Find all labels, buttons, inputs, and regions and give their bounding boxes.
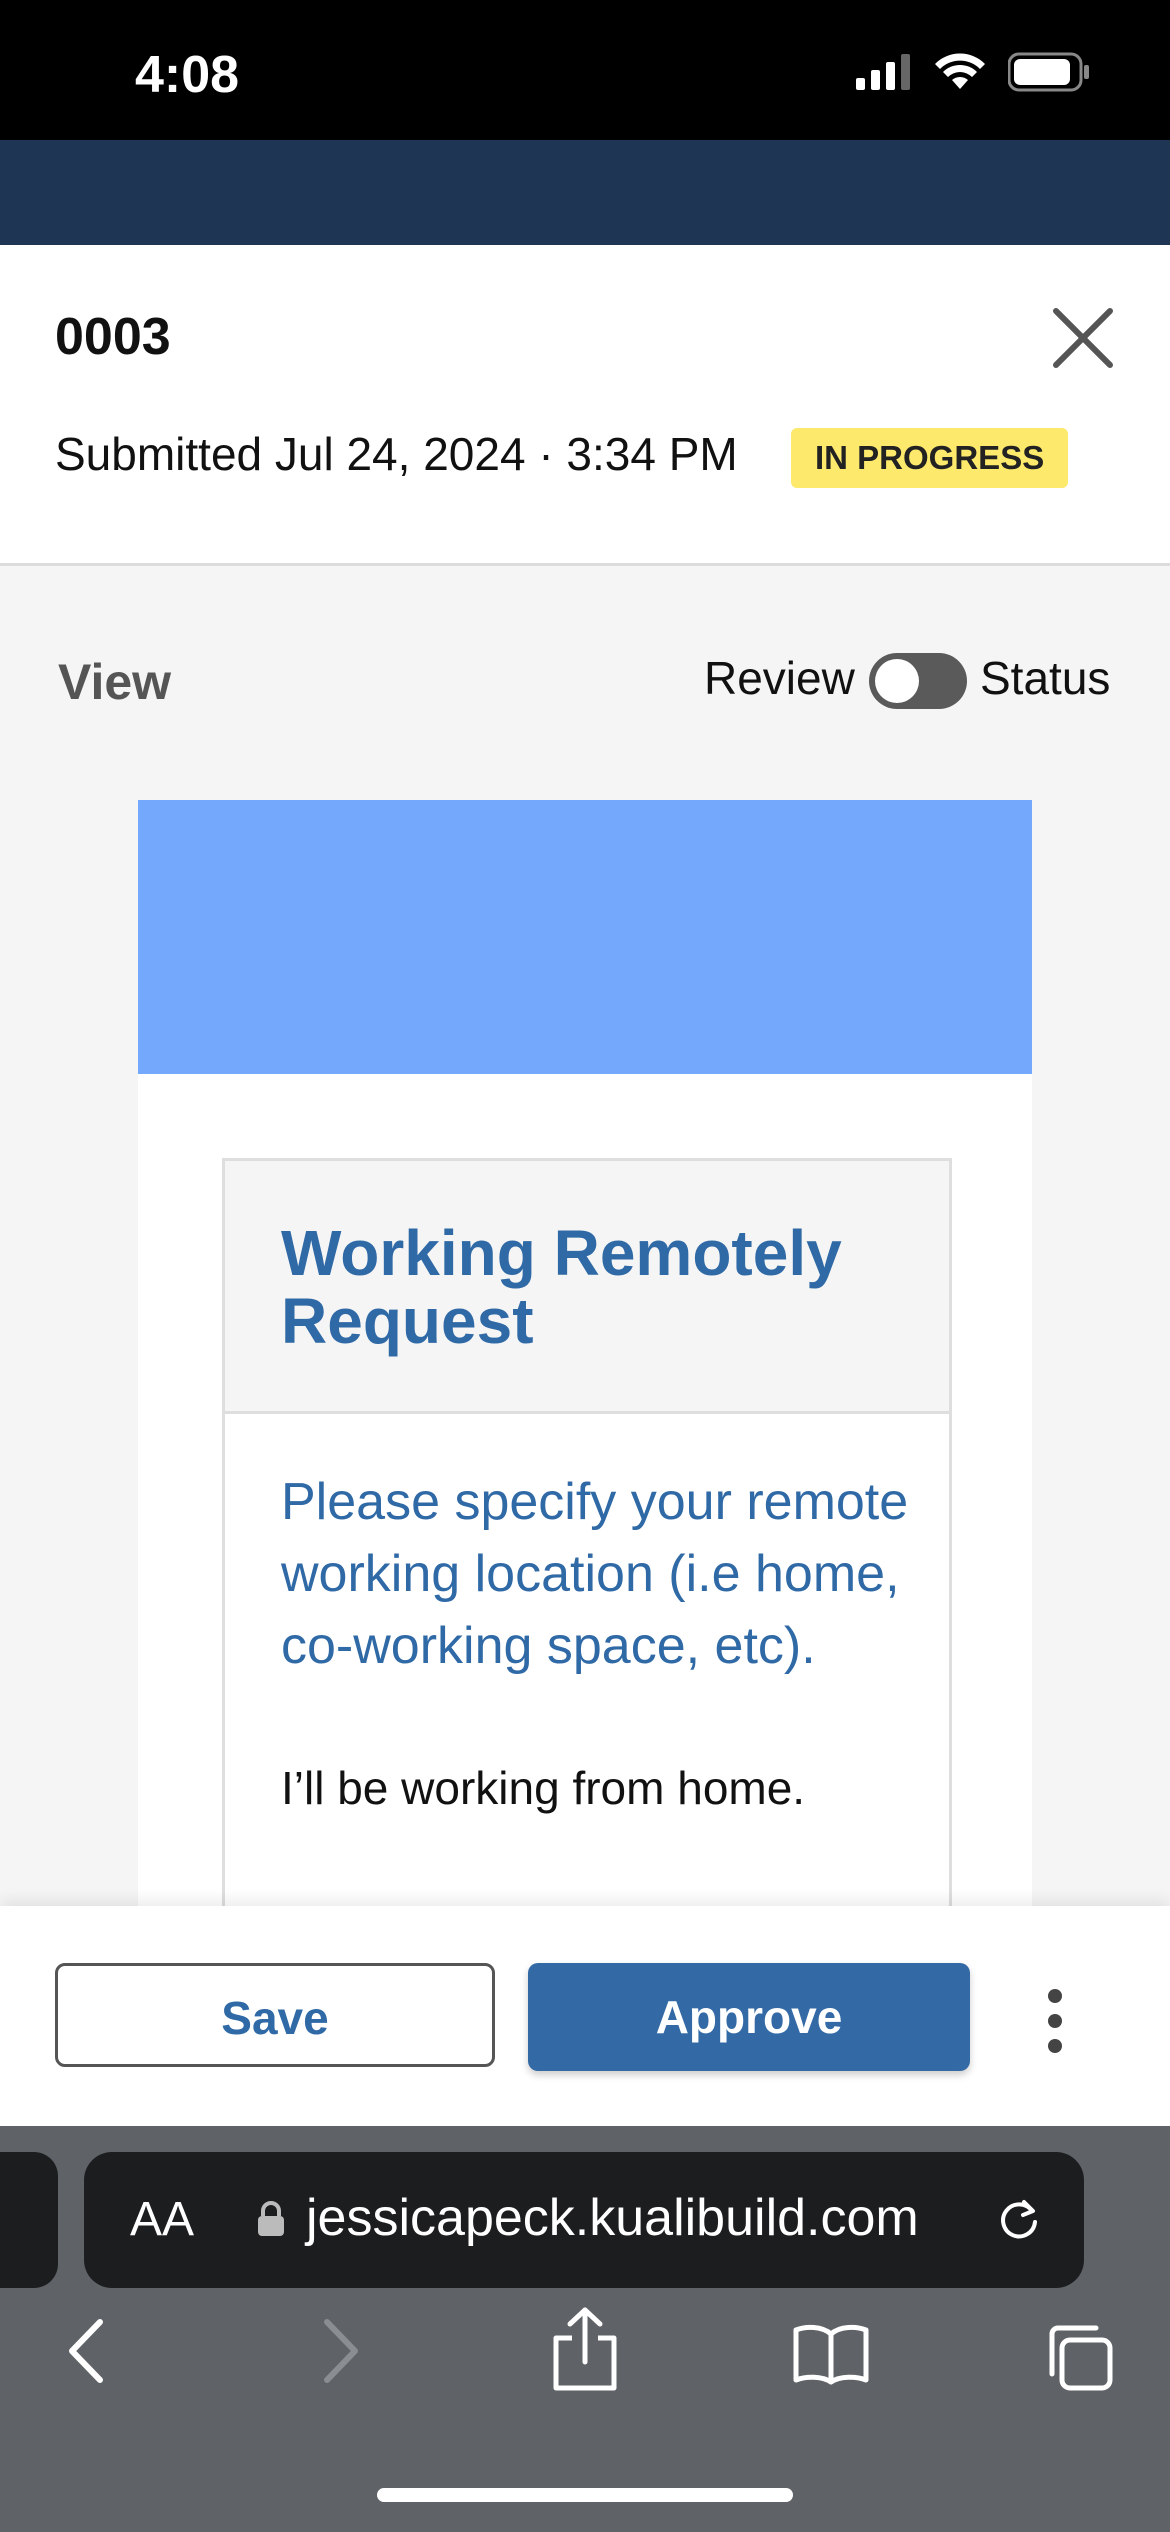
home-indicator: [377, 2488, 793, 2502]
action-bar: Save Approve: [0, 1906, 1170, 2126]
forward-icon[interactable]: [315, 2316, 365, 2386]
answer-value: I’ll be working from home.: [281, 1762, 806, 1814]
toggle-knob: [875, 659, 919, 703]
cellular-signal-icon: [856, 54, 910, 90]
toggle-review-label: Review: [704, 652, 855, 704]
battery-icon: [1008, 52, 1089, 92]
form-header-banner: [138, 800, 1032, 1074]
approve-button[interactable]: Approve: [528, 1963, 970, 2071]
status-badge: IN PROGRESS: [791, 428, 1069, 488]
bookmarks-icon[interactable]: [792, 2322, 870, 2386]
url-text: jessicapeck.kualibuild.com: [306, 2189, 919, 2247]
back-icon[interactable]: [62, 2316, 112, 2386]
sheet-header: 0003 Submitted Jul 24, 2024 · 3:34 PM IN…: [0, 245, 1170, 566]
tabs-icon[interactable]: [1044, 2322, 1114, 2392]
record-id: 0003: [55, 308, 171, 366]
status-icons: [856, 52, 1090, 92]
submission-sheet: 0003 Submitted Jul 24, 2024 · 3:34 PM IN…: [0, 245, 1170, 2200]
submitted-timestamp: Submitted Jul 24, 2024 · 3:34 PM: [55, 428, 738, 480]
more-options-icon[interactable]: [1040, 1986, 1070, 2056]
review-status-toggle[interactable]: [869, 653, 967, 709]
toggle-status-label: Status: [980, 652, 1111, 704]
close-icon[interactable]: [1050, 305, 1116, 371]
wifi-icon: [935, 53, 985, 89]
section-title: Working Remotely Request: [281, 1217, 842, 1357]
section-header: Working Remotely Request: [225, 1161, 949, 1414]
status-bar: 4:08: [0, 0, 1170, 140]
reload-icon[interactable]: [994, 2194, 1044, 2244]
address-bar[interactable]: AA jessicapeck.kualibuild.com: [84, 2152, 1084, 2288]
previous-tab-pill[interactable]: [0, 2152, 58, 2288]
lock-icon: [258, 2201, 284, 2236]
view-label: View: [58, 654, 172, 710]
text-size-button[interactable]: AA: [130, 2192, 194, 2247]
share-icon[interactable]: [550, 2306, 620, 2392]
app-header-background: [0, 140, 1170, 245]
question-label: Please specify your remote working locat…: [281, 1473, 909, 1675]
save-button[interactable]: Save: [55, 1963, 495, 2067]
status-time: 4:08: [135, 46, 240, 104]
